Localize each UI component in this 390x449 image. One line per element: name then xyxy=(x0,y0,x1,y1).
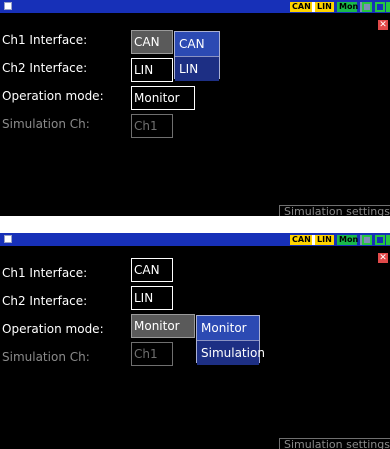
operation-mode-dropdown: Monitor Simulation xyxy=(196,315,265,365)
battery-icon xyxy=(386,2,390,12)
ch1-interface-select[interactable]: CAN xyxy=(131,258,173,282)
simulation-settings-button[interactable]: Simulation settings xyxy=(279,205,390,216)
window-icon xyxy=(4,235,12,243)
close-icon[interactable]: ✕ xyxy=(378,20,388,30)
lin-status-badge: LIN xyxy=(315,235,334,245)
can-status-badge: CAN xyxy=(290,235,312,245)
simulation-ch-label: Simulation Ch: xyxy=(2,350,90,364)
can-status-badge: CAN xyxy=(290,2,312,12)
memory-icon xyxy=(362,2,372,12)
title-bar: CAN LIN Mon xyxy=(0,233,390,246)
mode-status-badge: Mon xyxy=(337,235,359,245)
dropdown-option-simulation[interactable]: Simulation xyxy=(197,340,265,365)
ch2-interface-select[interactable]: LIN xyxy=(131,286,173,310)
simulation-ch-select: Ch1 xyxy=(131,342,173,366)
memory-icon xyxy=(362,235,372,245)
simulation-ch-label: Simulation Ch: xyxy=(2,117,90,131)
ch2-interface-select[interactable]: LIN xyxy=(131,58,173,82)
close-icon[interactable]: ✕ xyxy=(378,253,388,263)
ch1-interface-label: Ch1 Interface: xyxy=(2,266,88,280)
operation-mode-select[interactable]: Monitor xyxy=(131,86,195,110)
lin-status-badge: LIN xyxy=(315,2,334,12)
ch2-interface-label: Ch2 Interface: xyxy=(2,294,88,308)
operation-mode-select[interactable]: Monitor xyxy=(131,314,195,338)
ch1-interface-dropdown: CAN LIN xyxy=(174,31,220,81)
ch1-interface-select[interactable]: CAN xyxy=(131,30,173,54)
ch2-interface-label: Ch2 Interface: xyxy=(2,61,88,75)
dropdown-option-can[interactable]: CAN xyxy=(175,32,219,56)
dropdown-option-lin[interactable]: LIN xyxy=(175,56,219,81)
battery-icon xyxy=(386,235,390,245)
ch1-interface-label: Ch1 Interface: xyxy=(2,33,88,47)
dropdown-option-monitor[interactable]: Monitor xyxy=(197,316,259,340)
settings-screen-2: CAN LIN Mon ✕ Ch1 Interface: CAN Ch2 Int… xyxy=(0,233,390,449)
card-icon xyxy=(375,235,385,245)
window-icon xyxy=(4,2,12,10)
simulation-settings-button[interactable]: Simulation settings xyxy=(279,438,390,449)
mode-status-badge: Mon xyxy=(337,2,359,12)
card-icon xyxy=(375,2,385,12)
simulation-ch-select: Ch1 xyxy=(131,114,173,138)
settings-screen-1: CAN LIN Mon ✕ Ch1 Interface: CAN CAN LIN… xyxy=(0,0,390,216)
operation-mode-label: Operation mode: xyxy=(2,89,104,103)
operation-mode-label: Operation mode: xyxy=(2,322,104,336)
title-bar: CAN LIN Mon xyxy=(0,0,390,13)
